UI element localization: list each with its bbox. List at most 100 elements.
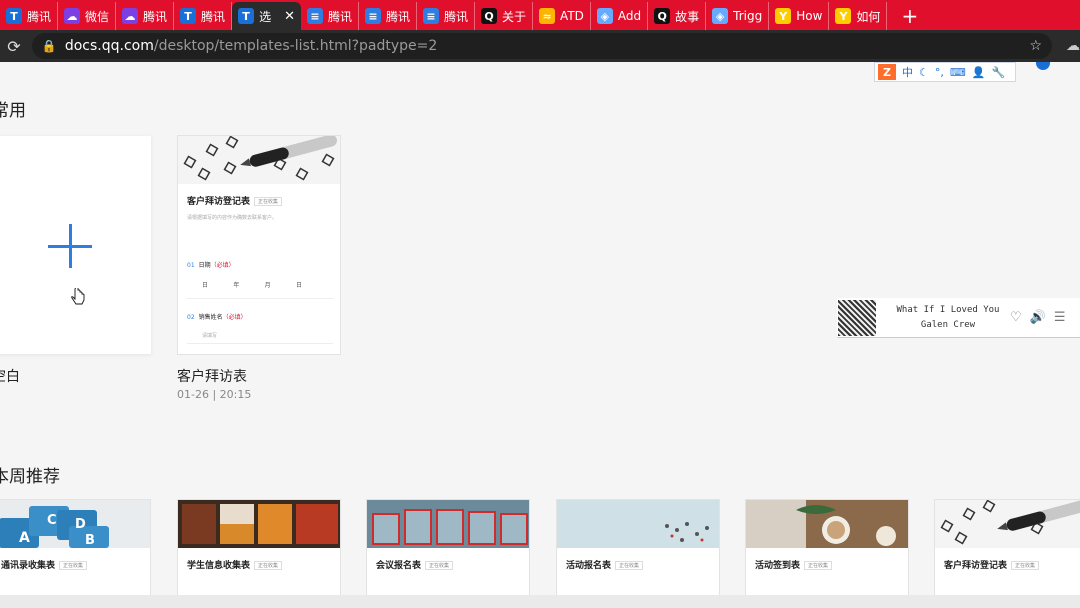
page-content: Z 中 ☾ °, ⌨ 👤 🔧 常用 空白 xyxy=(0,62,1080,608)
svg-text:C: C xyxy=(47,513,57,528)
user-icon[interactable]: 👤 xyxy=(972,66,986,79)
browser-tab[interactable]: ◈ Trigg xyxy=(706,2,770,30)
weekly-template-card[interactable]: 客户拜访登记表 正在收集 xyxy=(934,499,1080,599)
browser-tab[interactable]: Q 故事 xyxy=(648,2,707,30)
keyboard-icon[interactable]: ⌨ xyxy=(950,66,966,79)
tab-title: How xyxy=(796,9,823,23)
bottom-strip xyxy=(0,595,1080,608)
required-mark: （必填） xyxy=(222,314,247,321)
browser-tab[interactable]: T 腾讯 xyxy=(174,2,233,30)
blank-template-card[interactable] xyxy=(0,136,151,354)
ime-logo: Z xyxy=(878,64,896,80)
browser-tab[interactable]: ≡ 腾讯 xyxy=(359,2,418,30)
template-thumbnail xyxy=(178,500,340,548)
atd-icon: ≈ xyxy=(539,8,556,24)
weiyun-cloud-icon: ☁ xyxy=(64,8,81,24)
tab-title: Add xyxy=(617,9,642,23)
status-badge: 正在收集 xyxy=(254,561,283,570)
tab-title: ATD xyxy=(560,9,584,23)
song-title: What If I Loved You xyxy=(896,304,1000,315)
reload-icon[interactable]: ⟳ xyxy=(0,37,28,56)
svg-text:B: B xyxy=(85,533,95,548)
tab-title: 微信 xyxy=(85,9,110,24)
template-description: 请根据填写的内容作为确数去联系客户。 xyxy=(187,215,278,221)
new-tab-button[interactable]: + xyxy=(887,2,932,30)
template-timestamp: 01-26 | 20:15 xyxy=(177,388,252,401)
playlist-icon[interactable]: ☰ xyxy=(1054,310,1066,325)
template-title: 会议报名表 正在收集 xyxy=(376,558,454,571)
date-part: 月 xyxy=(264,282,271,289)
blank-template-label: 空白 xyxy=(0,369,20,385)
song-info: What If I Loved You Galen Crew xyxy=(894,303,1002,333)
divider xyxy=(187,298,333,299)
punctuation-icon[interactable]: °, xyxy=(935,66,944,79)
tab-title: 选 xyxy=(259,9,272,24)
question-2: 02 销售姓名（必填） xyxy=(187,314,247,321)
yc-icon: Y xyxy=(835,8,852,24)
browser-toolbar: ⟳ 🔒 docs.qq.com /desktop/templates-list.… xyxy=(0,30,1080,62)
url-host: docs.qq.com xyxy=(64,38,154,54)
template-title-text: 活动签到表 xyxy=(755,561,801,571)
template-thumbnail xyxy=(746,500,908,548)
status-badge: 正在收集 xyxy=(804,561,833,570)
song-artist: Galen Crew xyxy=(920,319,976,330)
browser-tab[interactable]: Q 关于 xyxy=(475,2,534,30)
svg-text:A: A xyxy=(19,530,30,546)
divider xyxy=(187,343,333,344)
browser-tab[interactable]: ≈ ATD xyxy=(533,2,591,30)
weekly-template-card[interactable]: 活动签到表 正在收集 xyxy=(745,499,909,599)
browser-tab[interactable]: T 选 ✕ xyxy=(232,2,301,30)
doc-blue-icon: ≡ xyxy=(365,8,381,24)
template-thumbnail xyxy=(178,136,340,184)
weekly-template-card[interactable]: 学生信息收集表 正在收集 xyxy=(177,499,341,599)
svg-text:D: D xyxy=(75,517,86,532)
tencent-docs-icon: T xyxy=(6,8,22,24)
template-title: 学生信息收集表 正在收集 xyxy=(187,558,283,571)
weekly-template-card[interactable]: A C D B 通讯录收集表 正在收集 xyxy=(0,499,151,599)
hand-cursor-icon xyxy=(71,288,85,305)
browser-tab[interactable]: ◈ Add xyxy=(591,2,649,30)
browser-tab[interactable]: Y 如何 xyxy=(829,2,888,30)
wrench-icon[interactable]: 🔧 xyxy=(991,66,1005,79)
browser-tab[interactable]: ☁ 微信 xyxy=(58,2,117,30)
ime-toolbar[interactable]: Z 中 ☾ °, ⌨ 👤 🔧 xyxy=(874,62,1016,82)
tab-title: 如何 xyxy=(856,9,881,24)
template-title-text: 学生信息收集表 xyxy=(187,561,251,571)
browser-tab[interactable]: ☁ 腾讯 xyxy=(116,2,175,30)
browser-tab[interactable]: ≡ 腾讯 xyxy=(301,2,359,30)
template-title-text: 客户拜访登记表 xyxy=(944,561,1008,571)
bookmark-star-icon[interactable]: ☆ xyxy=(1029,38,1042,54)
tab-title: 腾讯 xyxy=(201,9,226,24)
template-thumbnail: A C D B xyxy=(0,500,150,548)
weekly-template-card[interactable]: 活动报名表 正在收集 xyxy=(556,499,720,599)
ime-mode[interactable]: 中 xyxy=(902,64,913,80)
heart-icon[interactable]: ♡ xyxy=(1010,310,1022,325)
question-2-label: 销售姓名 xyxy=(198,314,223,321)
extension-icon[interactable]: ☁ xyxy=(1066,38,1080,54)
avatar[interactable] xyxy=(1036,62,1050,70)
template-title: 客户拜访登记表 正在收集 xyxy=(187,194,283,207)
volume-icon[interactable]: 🔊 xyxy=(1030,310,1046,325)
template-card-customer-visit[interactable]: 客户拜访登记表 正在收集 请根据填写的内容作为确数去联系客户。 01 日期（必填） … xyxy=(177,135,341,355)
browser-tab[interactable]: Y How xyxy=(769,2,830,30)
moon-icon[interactable]: ☾ xyxy=(919,66,929,79)
template-title-text: 通讯录收集表 xyxy=(1,561,56,571)
browser-tab[interactable]: T 腾讯 xyxy=(0,2,59,30)
section-title-weekly: 本周推荐 xyxy=(0,467,60,487)
yc-icon: Y xyxy=(775,8,792,24)
music-mini-player[interactable]: What If I Loved You Galen Crew ♡ 🔊 ☰ xyxy=(837,298,1080,338)
close-tab-icon[interactable]: ✕ xyxy=(284,9,295,24)
template-label: 客户拜访表 xyxy=(177,369,247,385)
weekly-template-card[interactable]: 会议报名表 正在收集 xyxy=(366,499,530,599)
address-bar[interactable]: 🔒 docs.qq.com /desktop/templates-list.ht… xyxy=(31,33,1052,59)
template-thumbnail xyxy=(367,500,529,548)
template-title: 活动报名表 正在收集 xyxy=(566,558,644,571)
template-thumbnail xyxy=(557,500,719,548)
status-badge: 正在收集 xyxy=(254,197,283,206)
tab-title: 腾讯 xyxy=(27,9,52,24)
tab-title: 故事 xyxy=(675,9,700,24)
tab-title: 腾讯 xyxy=(386,9,411,24)
doc-blue-icon: ≡ xyxy=(306,8,323,24)
browser-tab[interactable]: ≡ 腾讯 xyxy=(417,2,476,30)
required-mark: （必填） xyxy=(210,262,235,269)
